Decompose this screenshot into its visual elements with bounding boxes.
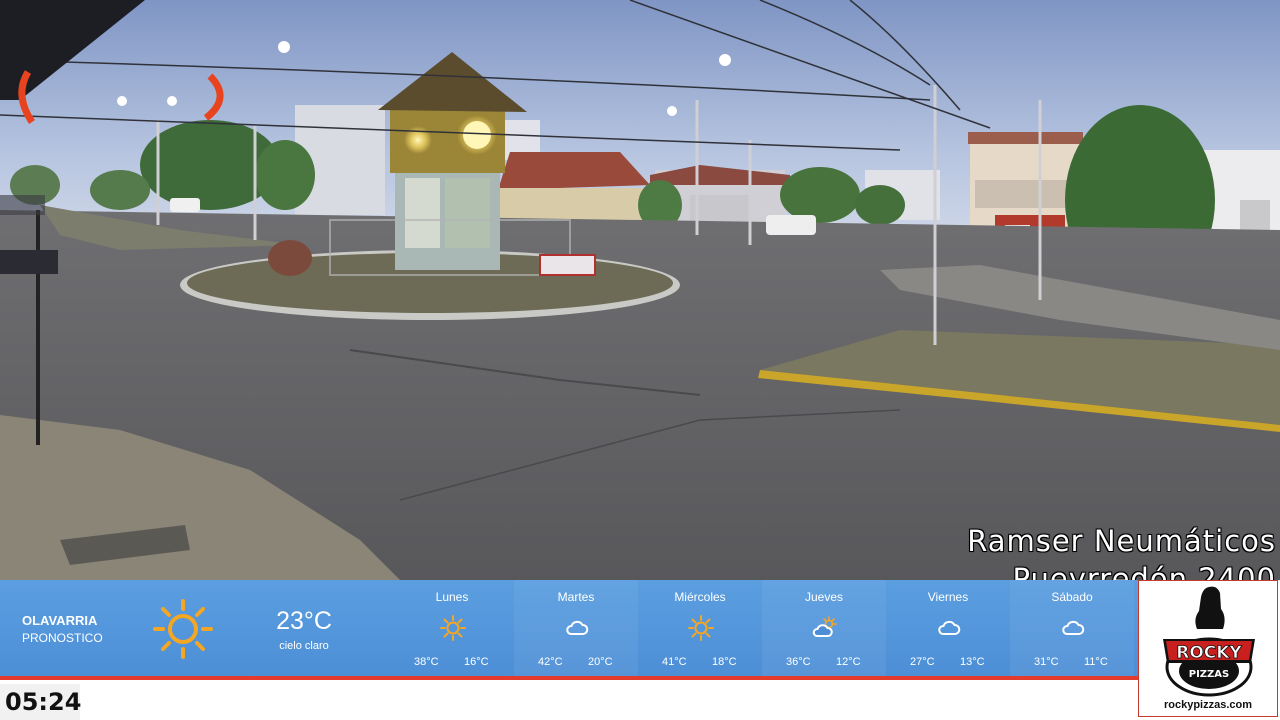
forecast-max-temp: 31°C [1034, 656, 1059, 668]
logo-text-rocky: ROCKY [1176, 643, 1242, 663]
forecast-min-temp: 11°C [1084, 656, 1108, 668]
clock-box: 05:24 [0, 684, 82, 720]
forecast-day-name: Jueves [804, 590, 844, 604]
forecast-min-temp: 12°C [836, 656, 861, 668]
forecast-max-temp: 38°C [414, 656, 439, 668]
camera-feed: Ramser Neumáticos Pueyrredón 2400 [0, 0, 1280, 580]
forecast-max-temp: 27°C [910, 656, 935, 668]
forecast-day: Viernes 27°C 13°C [886, 580, 1010, 676]
sponsor-url-link[interactable]: rockypizzas.com [1139, 699, 1277, 711]
forecast-max-temp: 42°C [538, 656, 563, 668]
partly-cloudy-icon [812, 616, 837, 637]
forecast-day: Lunes 38°C 16°C [390, 580, 514, 676]
camera-overlay-line-2: Pueyrredón 2400 [1012, 562, 1276, 580]
forecast-day-name: Viernes [927, 590, 969, 604]
forecast-max-temp: 41°C [662, 656, 687, 668]
sponsor-panel[interactable]: ROCKY PIZZAS rockypizzas.com [1138, 580, 1278, 717]
camera-overlay-line-1: Ramser Neumáticos [967, 524, 1276, 558]
cloud-icon [938, 620, 961, 635]
forecast-day: Sábado 31°C 11°C [1010, 580, 1134, 676]
forecast-min-temp: 13°C [960, 656, 985, 668]
forecast-min-temp: 18°C [712, 656, 737, 668]
street-scene [0, 0, 1280, 580]
forecast-day-name: Lunes [435, 590, 469, 604]
clock-time: 05:24 [5, 688, 82, 716]
forecast-day: Martes 42°C 20°C [514, 580, 638, 676]
forecast-min-temp: 16°C [464, 656, 489, 668]
forecast-max-temp: 36°C [786, 656, 811, 668]
cloud-icon [1062, 620, 1085, 635]
cloud-icon [566, 620, 589, 635]
forecast-min-temp: 20°C [588, 656, 613, 668]
location-block: OLAVARRIA PRONOSTICO [0, 580, 130, 676]
forecast-day: Jueves 36°C 12°C [762, 580, 886, 676]
current-condition: cielo claro [279, 640, 329, 652]
rocky-pizzas-logo: ROCKY PIZZAS [1163, 586, 1255, 697]
logo-text-pizzas: PIZZAS [1189, 669, 1230, 680]
current-temperature: 23°C [276, 607, 332, 635]
city-name: OLAVARRIA [22, 613, 98, 628]
forecast-day-name: Sábado [1051, 590, 1093, 604]
forecast-day-name: Miércoles [674, 590, 726, 604]
sun-icon [440, 615, 466, 641]
sun-icon [153, 599, 213, 659]
forecast-title: PRONOSTICO [22, 631, 103, 645]
forecast-day-name: Martes [557, 590, 595, 604]
forecast-day: Miércoles 41°C 18°C [638, 580, 762, 676]
accent-divider [0, 676, 1138, 680]
sun-icon [688, 615, 714, 641]
